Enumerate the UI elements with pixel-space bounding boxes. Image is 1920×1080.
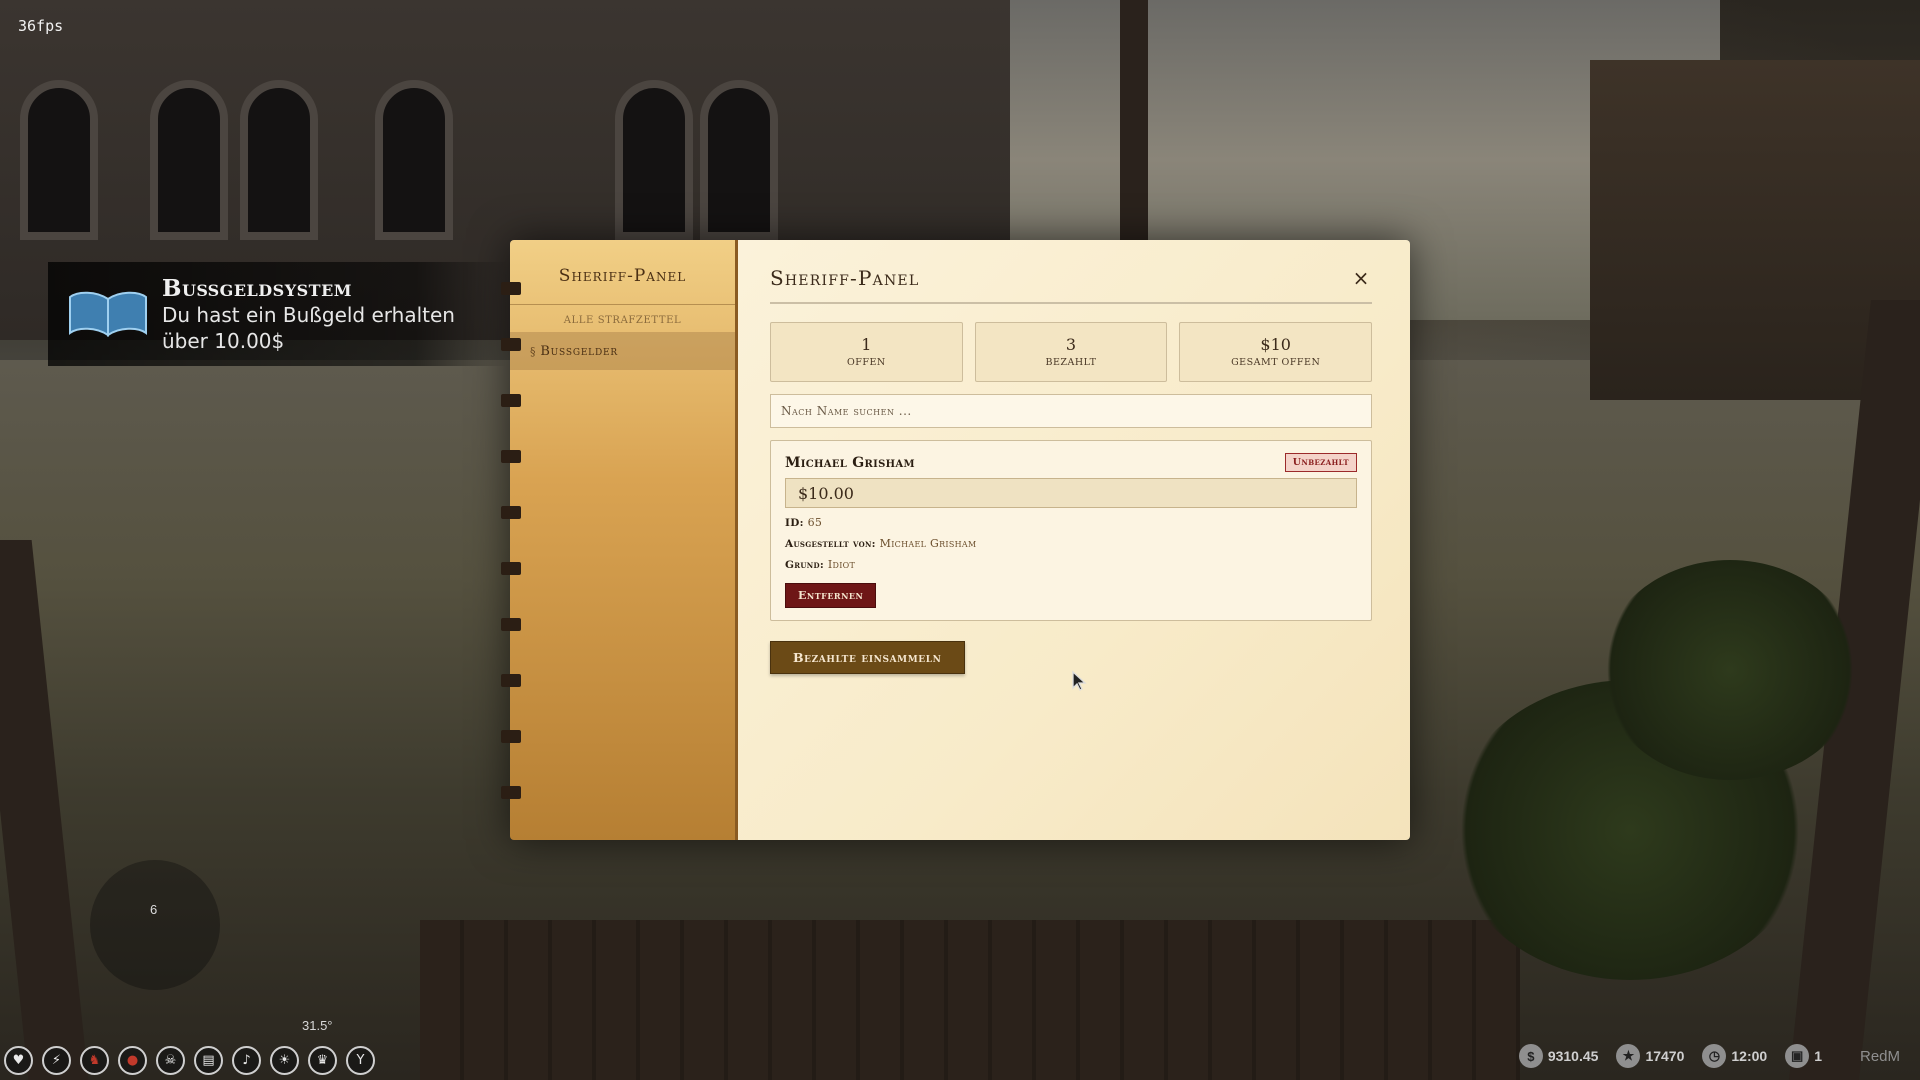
notification-title: Bußgeldsystem — [162, 274, 352, 302]
search-input[interactable] — [770, 394, 1372, 428]
fine-reason-label: Grund: — [785, 559, 825, 571]
horse-status-icon: ♞ — [80, 1045, 109, 1075]
xp-value: 17470 — [1645, 1048, 1685, 1064]
boardwalk — [420, 920, 1520, 1080]
collect-paid-button[interactable]: Bezahlte einsammeln — [770, 641, 965, 674]
remove-button[interactable]: Entfernen — [785, 583, 877, 608]
church-window — [615, 80, 693, 240]
sidebar-item-bussgelder[interactable]: § Bussgelder — [510, 332, 735, 370]
fine-reason-value: Idiot — [827, 558, 856, 571]
food-icon: ▤ — [194, 1045, 223, 1075]
time-stat: ◷ 12:00 — [1702, 1044, 1767, 1068]
temperature-readout: 31.5° — [302, 1018, 333, 1033]
church-window — [375, 80, 453, 240]
fine-id-label: ID: — [785, 517, 804, 529]
fine-id-value: 65 — [807, 516, 823, 529]
sun-icon: ☀ — [270, 1045, 299, 1075]
id-stat: ▣ 1 — [1785, 1044, 1822, 1068]
money-value: 9310.45 — [1547, 1048, 1599, 1064]
id-badge-icon: ▣ — [1785, 1044, 1810, 1068]
sidebar: Sheriff-Panel alle Strafzettel § Bussgel… — [501, 240, 738, 840]
book-binding — [501, 282, 521, 295]
sidebar-item-label: Bussgelder — [540, 343, 618, 359]
stat-card-paid: 3 bezahlt — [974, 322, 1168, 382]
fine-card: Michael Grisham Unbezahlt $10.00 ID: 65 … — [770, 440, 1372, 621]
close-icon[interactable]: × — [1350, 267, 1372, 289]
book-binding — [501, 450, 521, 463]
stats-row: 1 offen 3 bezahlt $10 gesamt offen — [770, 322, 1373, 382]
stat-open-label: offen — [846, 357, 886, 368]
stamina-bolt-icon: ⚡ — [42, 1045, 71, 1075]
book-binding — [501, 786, 521, 799]
book-binding — [501, 562, 521, 575]
stat-paid-value: 3 — [1065, 335, 1077, 354]
fine-issuer-label: Ausgestellt von: — [785, 538, 876, 550]
book-binding — [501, 730, 521, 743]
sheriff-panel-modal: Sheriff-Panel alle Strafzettel § Bussgel… — [501, 240, 1410, 840]
stat-card-total-open: $10 gesamt offen — [1179, 322, 1373, 382]
stat-open-value: 1 — [861, 335, 872, 354]
stat-total-open-label: gesamt offen — [1231, 357, 1321, 368]
status-bar: ♥ ⚡ ♞ ● ☠ ▤ ♪ ☀ ♛ Y — [0, 1040, 400, 1080]
hat-icon: ♛ — [308, 1045, 337, 1075]
notification-message-line2: über 10.00$ — [162, 328, 285, 353]
clock-icon: ◷ — [1702, 1044, 1727, 1068]
panel-title: Sheriff-Panel — [770, 266, 920, 290]
book-binding — [501, 674, 521, 687]
church-window — [150, 80, 228, 240]
church-window — [20, 80, 98, 240]
fine-amount: $10.00 — [785, 478, 1357, 508]
xp-stat: ★ 17470 — [1616, 1044, 1684, 1068]
xp-icon: ★ — [1616, 1044, 1641, 1068]
panel-header: Sheriff-Panel × — [770, 266, 1372, 304]
sidebar-section-label: alle Strafzettel — [563, 315, 682, 326]
stat-card-open: 1 offen — [770, 322, 963, 382]
time-value: 12:00 — [1731, 1048, 1768, 1064]
money-stat: $ 9310.45 — [1518, 1044, 1599, 1068]
microphone-icon: ♪ — [232, 1045, 261, 1075]
player-stats: $ 9310.45 ★ 17470 ◷ 12:00 ▣ 1 RedM — [1518, 1044, 1900, 1068]
shrub — [1600, 560, 1860, 780]
book-binding — [501, 394, 521, 407]
status-badge: Unbezahlt — [1284, 453, 1357, 472]
church-window — [700, 80, 778, 240]
book-binding — [501, 338, 521, 351]
book-icon — [66, 289, 150, 339]
book-binding — [501, 506, 521, 519]
fine-id-row: ID: 65 — [785, 516, 1357, 529]
dollar-icon: $ — [1518, 1044, 1543, 1068]
church-window — [240, 80, 318, 240]
notification-message-line1: Du hast ein Bußgeld erhalten — [162, 302, 455, 327]
section-symbol-icon: § — [530, 344, 537, 358]
fine-issuer-value: Michael Grisham — [879, 537, 977, 550]
id-value: 1 — [1814, 1048, 1822, 1064]
drink-icon: Y — [346, 1045, 375, 1075]
panel-content: Sheriff-Panel × 1 offen 3 bezahlt $10 ge… — [738, 240, 1410, 840]
fine-issuer-row: Ausgestellt von: Michael Grisham — [785, 537, 1357, 550]
sidebar-title: Sheriff-Panel — [510, 240, 735, 305]
minimap-compass: 6 — [90, 860, 220, 990]
stat-paid-label: bezahlt — [1045, 357, 1097, 368]
notification-toast: Bußgeldsystem Du hast ein Bußgeld erhalt… — [48, 262, 508, 366]
fps-counter: 36fps — [18, 17, 64, 35]
book-binding — [501, 618, 521, 631]
health-heart-icon: ♥ — [4, 1045, 33, 1075]
mouse-cursor-icon — [1071, 670, 1089, 696]
redm-brand: RedM — [1859, 1047, 1900, 1065]
stat-total-open-value: $10 — [1260, 335, 1291, 354]
core-status-icon: ● — [118, 1045, 147, 1075]
skull-icon: ☠ — [156, 1045, 185, 1075]
compass-value: 6 — [150, 902, 158, 917]
fine-reason-row: Grund: Idiot — [785, 558, 1357, 571]
fine-recipient-name: Michael Grisham — [785, 454, 915, 471]
